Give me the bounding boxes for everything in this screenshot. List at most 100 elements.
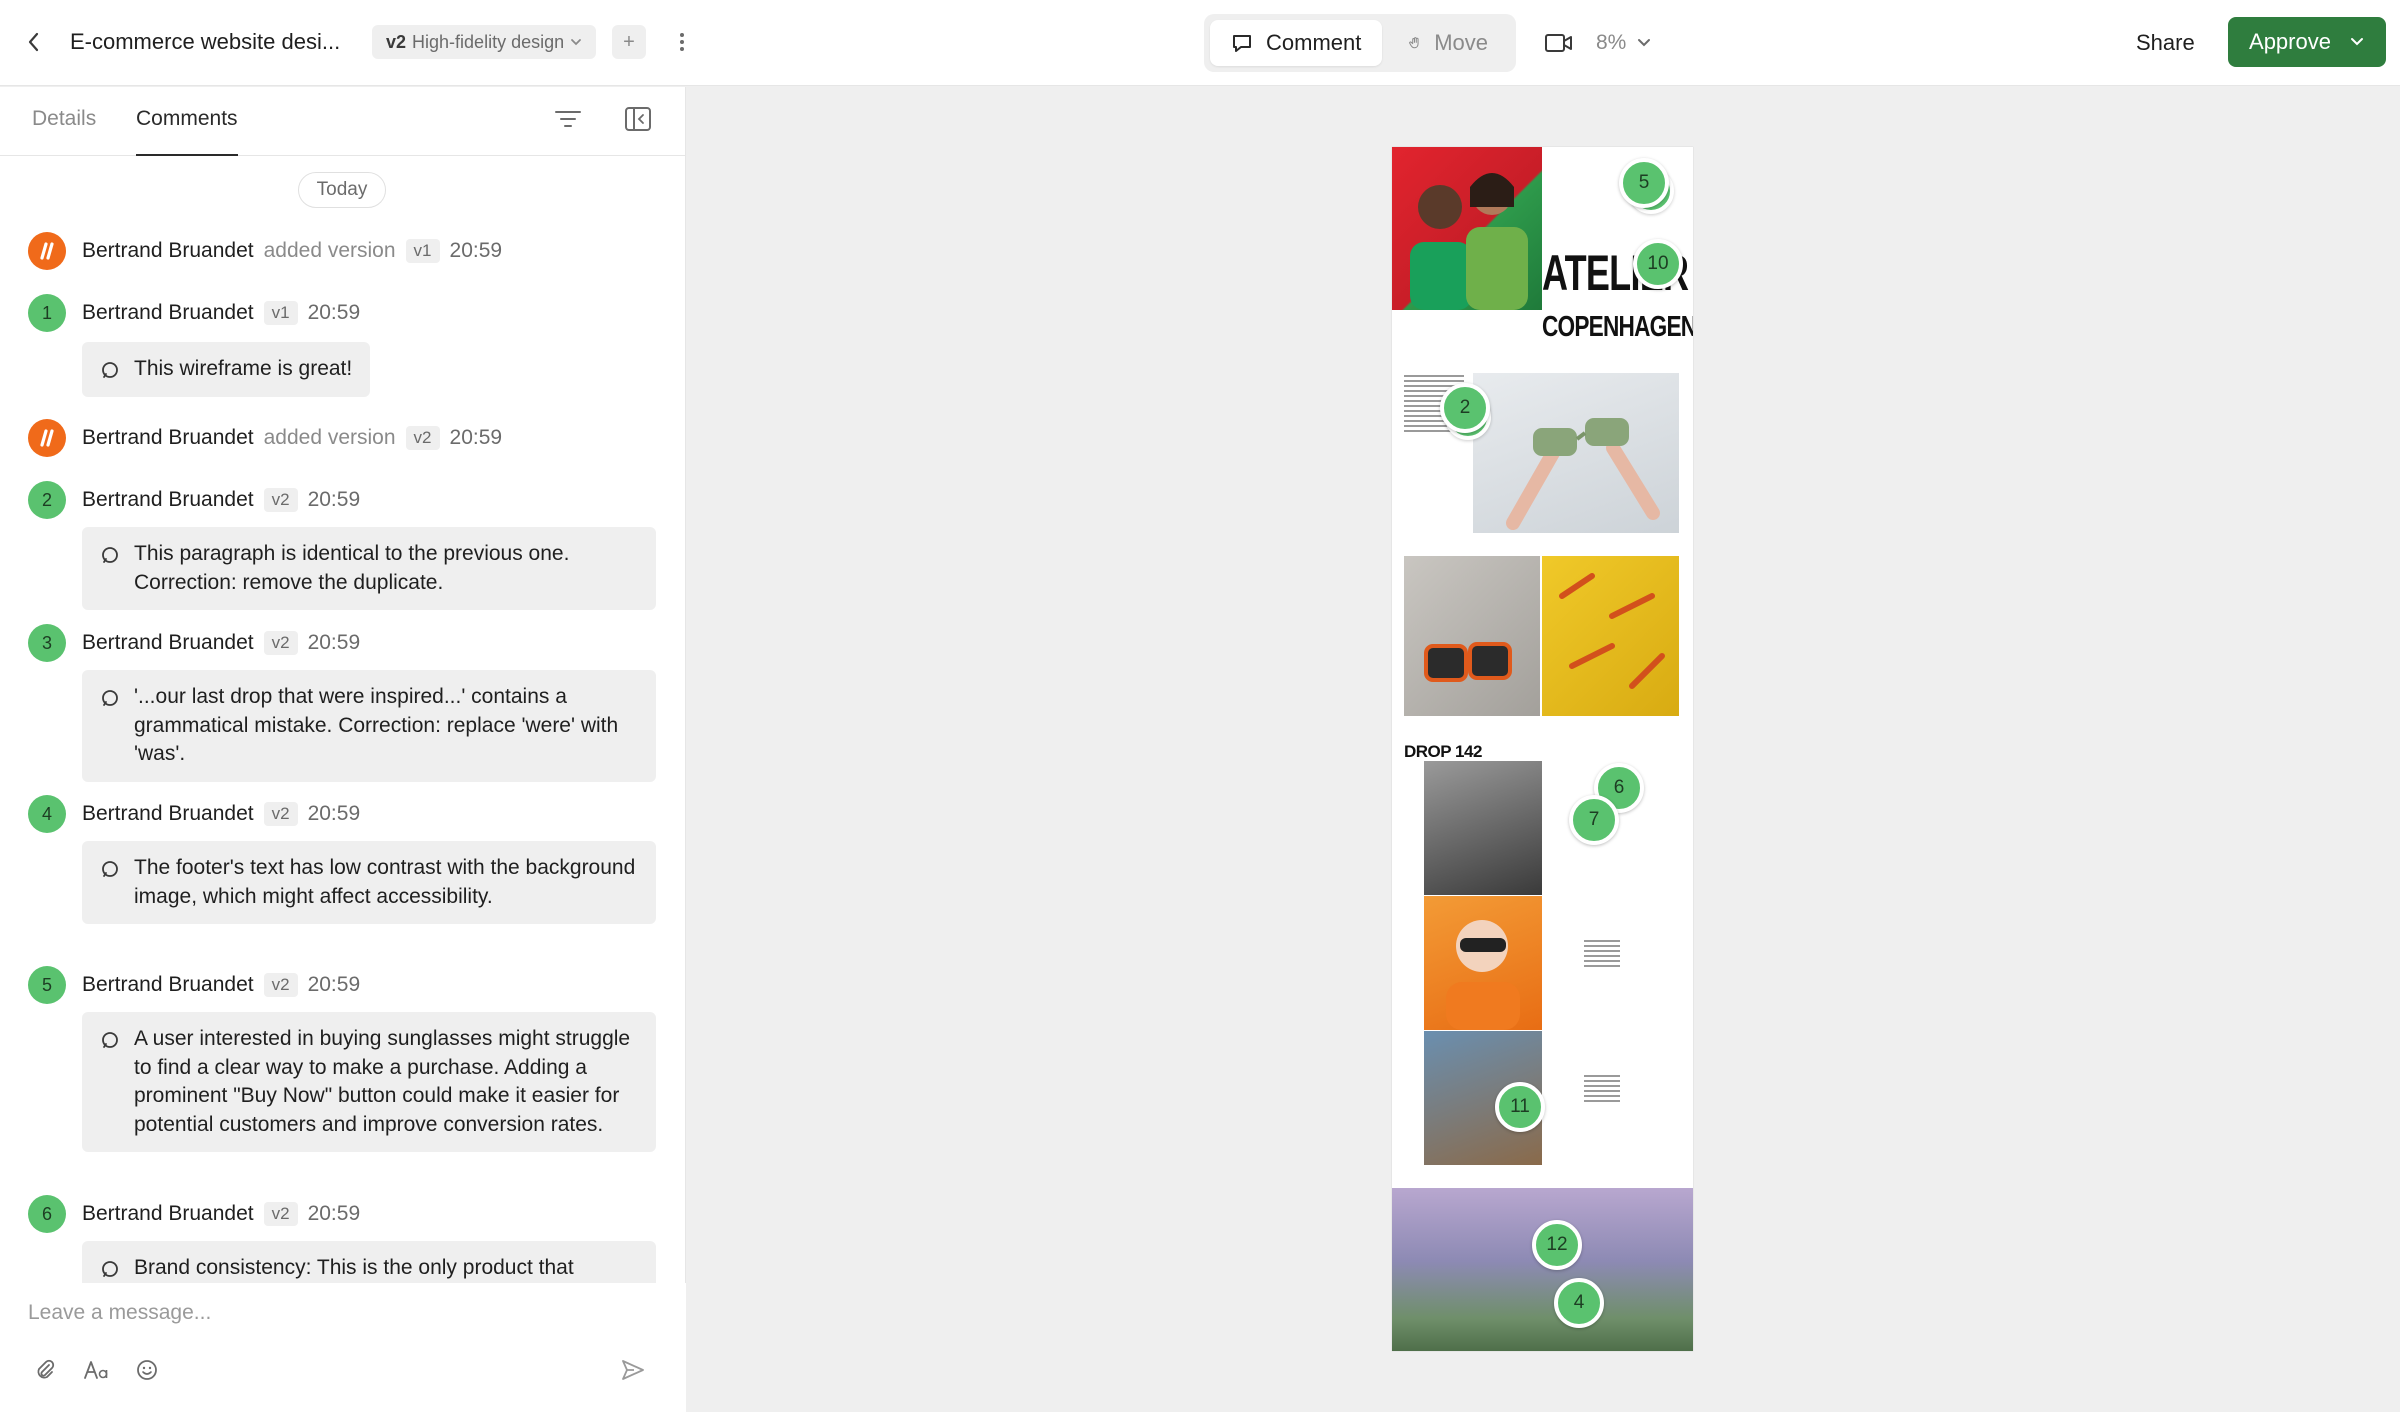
comment-text: Brand consistency: This is the only prod… [134, 1256, 574, 1279]
back-button[interactable] [20, 22, 48, 62]
comment-pin[interactable]: 4 [1554, 1278, 1604, 1328]
people-silhouette-icon [1410, 173, 1528, 310]
model-image-2 [1424, 896, 1542, 1030]
chevron-down-icon [2350, 38, 2363, 46]
comment-mode-label: Comment [1266, 30, 1362, 55]
version-badge: v2 [263, 488, 298, 512]
comment-bubble: The footer's text has low contrast with … [82, 841, 656, 924]
collapse-sidebar-button[interactable] [622, 103, 654, 135]
chevron-down-icon [1638, 39, 1651, 47]
version-badge: v2 [405, 426, 440, 450]
app-logo-avatar [28, 419, 66, 457]
comment-icon [1233, 35, 1251, 52]
comment-pin[interactable]: 10 [1633, 239, 1683, 289]
person-silhouette-icon [1446, 920, 1520, 1030]
mode-toggle: Comment Move [1204, 14, 1516, 72]
sunglasses-icon [1559, 573, 1665, 689]
share-button[interactable]: Share [2120, 22, 2211, 64]
comment-pin[interactable]: 2 [1440, 383, 1490, 433]
tab-comments[interactable]: Comments [136, 107, 238, 156]
send-button[interactable] [616, 1353, 650, 1387]
design-preview[interactable]: ATELIER COPENHAGEN DROP 142 5 10 2 6 7 1… [1392, 147, 1693, 1351]
comment-pin[interactable]: 11 [1495, 1082, 1545, 1132]
comment-pin[interactable]: 5 [1619, 158, 1669, 208]
text-format-button[interactable] [80, 1353, 114, 1387]
attach-button[interactable] [28, 1353, 62, 1387]
comment-bubble: Brand consistency: This is the only prod… [82, 1241, 656, 1283]
timestamp: 20:59 [449, 426, 503, 449]
comment-icon [102, 362, 118, 378]
more-options-button[interactable] [668, 24, 696, 60]
filter-button[interactable] [552, 103, 584, 135]
comment-icon [102, 1261, 118, 1277]
record-video-button[interactable] [1540, 24, 1578, 62]
timestamp: 20:59 [307, 631, 361, 654]
video-camera-icon [1545, 34, 1572, 52]
comments-sidebar: Details Comments Today Bertrand Bruandet… [0, 87, 686, 1412]
sunglasses-icon [1424, 642, 1512, 682]
comment-icon [102, 690, 118, 706]
app-logo-avatar [28, 232, 66, 270]
filter-icon [555, 111, 581, 127]
version-name: High-fidelity design [412, 31, 565, 52]
add-version-button[interactable]: + [612, 25, 646, 59]
comment-author: Bertrand Bruandet [82, 426, 254, 449]
comment-number-badge: 5 [28, 966, 66, 1004]
comment-mode-button[interactable]: Comment [1210, 20, 1382, 66]
zoom-selector[interactable]: 8% [1596, 26, 1652, 60]
comment-number-badge: 3 [28, 624, 66, 662]
timestamp: 20:59 [449, 239, 503, 262]
model-image-1 [1424, 761, 1542, 895]
comment-bubble: This paragraph is identical to the previ… [82, 527, 656, 610]
comments-feed: Today Bertrand Bruandet added version v1… [0, 157, 686, 1283]
yellow-image [1542, 556, 1679, 716]
timestamp: 20:59 [307, 802, 361, 825]
drop-title: DROP 142 [1404, 742, 1482, 761]
sidebar-tabs: Details Comments [0, 87, 686, 156]
move-mode-label: Move [1434, 30, 1488, 55]
version-badge: v2 [263, 973, 298, 997]
comment-text: '...our last drop that were inspired...'… [134, 685, 619, 765]
comment-author: Bertrand Bruandet [82, 301, 254, 324]
event-action: added version [263, 426, 396, 449]
version-selector[interactable]: v2 High-fidelity design [372, 25, 597, 59]
sand-image [1404, 556, 1540, 716]
comment-icon [102, 861, 118, 877]
comment-icon [102, 1032, 118, 1048]
caption-block [1584, 940, 1620, 970]
document-title[interactable]: E-commerce website desi... [70, 26, 340, 58]
emoji-button[interactable] [130, 1353, 164, 1387]
chevron-down-icon [571, 39, 582, 46]
comment-pin[interactable]: 7 [1569, 795, 1619, 845]
version-badge: v2 [263, 802, 298, 826]
comment-text: This wireframe is great! [134, 357, 353, 380]
comment-pin[interactable]: 12 [1532, 1220, 1582, 1270]
text-format-icon [84, 1361, 108, 1379]
paperclip-icon [37, 1359, 55, 1379]
sunglasses-icon [1506, 418, 1660, 530]
approve-button[interactable]: Approve [2228, 17, 2386, 67]
hand-icon [1409, 37, 1419, 49]
sidebar-collapse-icon [625, 107, 651, 131]
send-icon [622, 1360, 644, 1380]
timestamp: 20:59 [307, 488, 361, 511]
comment-bubble: '...our last drop that were inspired...'… [82, 670, 656, 782]
comment-icon [102, 547, 118, 563]
brand-logo-icon [40, 242, 54, 260]
brand-name-line2: COPENHAGEN [1542, 311, 1693, 343]
version-badge: v1 [263, 301, 298, 325]
message-input[interactable] [28, 1295, 658, 1331]
move-mode-button[interactable]: Move [1388, 20, 1508, 66]
comment-number-badge: 2 [28, 481, 66, 519]
product-image [1473, 373, 1679, 533]
chevron-left-icon [28, 32, 39, 52]
timestamp: 20:59 [307, 301, 361, 324]
design-canvas[interactable]: ATELIER COPENHAGEN DROP 142 5 10 2 6 7 1… [687, 87, 2400, 1412]
date-separator: Today [298, 172, 386, 208]
event-action: added version [263, 239, 396, 262]
comment-author: Bertrand Bruandet [82, 802, 254, 825]
timestamp: 20:59 [307, 1202, 361, 1225]
tab-details[interactable]: Details [32, 107, 96, 156]
hero-image [1392, 147, 1542, 310]
timestamp: 20:59 [307, 973, 361, 996]
